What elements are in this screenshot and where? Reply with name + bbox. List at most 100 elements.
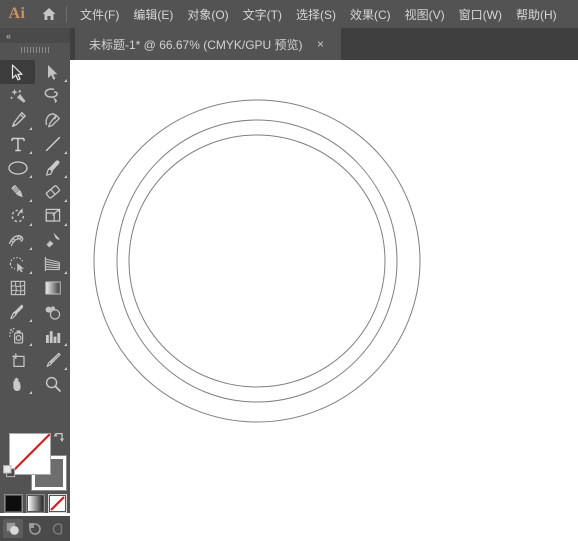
tool-list — [0, 60, 70, 396]
eraser-tool[interactable] — [35, 180, 70, 204]
mesh-tool[interactable] — [0, 276, 35, 300]
rotate-tool[interactable] — [0, 204, 35, 228]
hand-tool[interactable] — [0, 372, 35, 396]
home-icon[interactable] — [34, 0, 64, 28]
draw-behind-icon — [29, 522, 41, 535]
menu-edit[interactable]: 编辑(E) — [126, 0, 180, 28]
middle-circle[interactable] — [116, 119, 398, 403]
outer-circle[interactable] — [93, 99, 421, 423]
tool-row — [0, 276, 70, 300]
gradient-tool[interactable] — [35, 276, 70, 300]
line-segment-tool[interactable] — [35, 132, 70, 156]
blob-brush-tool[interactable] — [0, 180, 35, 204]
paintbrush-tool[interactable] — [35, 156, 70, 180]
flyout-indicator-icon — [64, 343, 67, 346]
none-button[interactable] — [47, 493, 67, 513]
paint-mode-buttons — [0, 490, 70, 516]
menu-file[interactable]: 文件(F) — [73, 0, 126, 28]
eyedropper-tool[interactable] — [0, 300, 35, 324]
default-fill-stroke-icon[interactable] — [2, 464, 18, 480]
flyout-indicator-icon — [29, 175, 32, 178]
illustrator-window: Ai 文件(F) 编辑(E) 对象(O) 文字(T) 选择(S) 效果(C) 视… — [0, 0, 578, 541]
drawing-mode-buttons — [0, 516, 70, 541]
direct-selection-tool[interactable] — [35, 60, 70, 84]
slice-tool[interactable] — [35, 348, 70, 372]
menu-select[interactable]: 选择(S) — [289, 0, 343, 28]
tool-row — [0, 228, 70, 252]
flyout-indicator-icon — [29, 271, 32, 274]
tool-row — [0, 324, 70, 348]
tool-row — [0, 156, 70, 180]
artboard-canvas[interactable] — [70, 60, 578, 513]
document-tab[interactable]: 未标题-1* @ 66.67% (CMYK/GPU 预览) × — [75, 28, 341, 60]
tools-panel-drag-handle[interactable] — [0, 43, 70, 56]
drawing-mode-inside[interactable] — [47, 519, 67, 538]
gradient-button[interactable] — [25, 493, 45, 513]
menu-effect[interactable]: 效果(C) — [343, 0, 398, 28]
flyout-indicator-icon — [29, 151, 32, 154]
width-tool[interactable] — [0, 228, 35, 252]
tool-row — [0, 252, 70, 276]
tool-row — [0, 84, 70, 108]
swap-fill-stroke-icon[interactable] — [52, 431, 66, 445]
free-transform-tool[interactable] — [35, 228, 70, 252]
perspective-grid-tool[interactable] — [35, 252, 70, 276]
shape-builder-tool[interactable] — [0, 252, 35, 276]
chevron-double-left-icon: « — [6, 30, 11, 41]
draw-inside-icon — [52, 522, 63, 535]
zoom-tool[interactable] — [35, 372, 70, 396]
menu-bar: Ai 文件(F) 编辑(E) 对象(O) 文字(T) 选择(S) 效果(C) 视… — [0, 0, 578, 28]
tool-row — [0, 348, 70, 372]
flyout-indicator-icon — [64, 175, 67, 178]
app-logo: Ai — [8, 5, 26, 22]
tool-row — [0, 60, 70, 84]
type-tool[interactable] — [0, 132, 35, 156]
flyout-indicator-icon — [64, 199, 67, 202]
tool-row — [0, 372, 70, 396]
tool-row — [0, 108, 70, 132]
tool-row — [0, 180, 70, 204]
flyout-indicator-icon — [64, 79, 67, 82]
artboard-tool[interactable] — [0, 348, 35, 372]
flyout-indicator-icon — [29, 391, 32, 394]
selection-tool[interactable] — [0, 60, 35, 84]
lasso-tool[interactable] — [35, 84, 70, 108]
menu-view[interactable]: 视图(V) — [398, 0, 452, 28]
flyout-indicator-icon — [29, 199, 32, 202]
gradient-swatch-icon — [27, 495, 43, 511]
tool-row — [0, 300, 70, 324]
menu-window[interactable]: 窗口(W) — [452, 0, 509, 28]
tool-row — [0, 132, 70, 156]
drawing-mode-normal[interactable] — [3, 519, 23, 538]
document-tab-title: 未标题-1* @ 66.67% (CMYK/GPU 预览) — [89, 37, 303, 52]
flyout-indicator-icon — [64, 151, 67, 154]
close-icon[interactable]: × — [311, 32, 331, 56]
drawing-mode-behind[interactable] — [25, 519, 45, 538]
column-graph-tool[interactable] — [35, 324, 70, 348]
document-tab-bar: 未标题-1* @ 66.67% (CMYK/GPU 预览) × — [70, 28, 578, 60]
color-button[interactable] — [3, 493, 23, 513]
flyout-indicator-icon — [29, 127, 32, 130]
tools-panel: « — [0, 28, 70, 541]
scale-tool[interactable] — [35, 204, 70, 228]
drag-grip-icon — [21, 46, 49, 53]
flyout-indicator-icon — [29, 247, 32, 250]
tools-panel-collapse-button[interactable]: « — [0, 28, 70, 43]
flyout-indicator-icon — [29, 319, 32, 322]
blend-tool[interactable] — [35, 300, 70, 324]
flyout-indicator-icon — [29, 343, 32, 346]
pen-tool[interactable] — [0, 108, 35, 132]
menu-object[interactable]: 对象(O) — [180, 0, 235, 28]
curvature-tool[interactable] — [35, 108, 70, 132]
menu-help[interactable]: 帮助(H) — [509, 0, 564, 28]
symbol-sprayer-tool[interactable] — [0, 324, 35, 348]
solid-color-icon — [5, 495, 21, 511]
magic-wand-tool[interactable] — [0, 84, 35, 108]
vector-artwork — [93, 99, 421, 423]
none-swatch-icon — [49, 495, 65, 511]
ellipse-tool[interactable] — [0, 156, 35, 180]
flyout-indicator-icon — [64, 271, 67, 274]
menu-type[interactable]: 文字(T) — [236, 0, 289, 28]
flyout-indicator-icon — [29, 223, 32, 226]
inner-circle[interactable] — [128, 134, 386, 388]
